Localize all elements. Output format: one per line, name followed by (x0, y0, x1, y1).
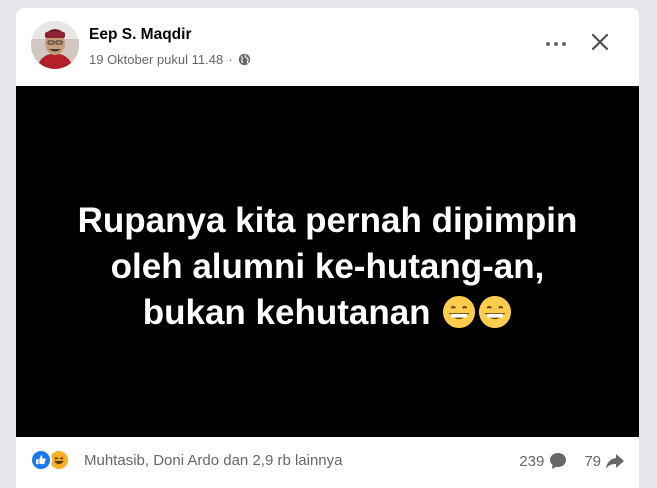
globe-icon[interactable] (238, 53, 251, 66)
post-timestamp[interactable]: 19 Oktober pukul 11.48 (89, 52, 223, 67)
shares-count[interactable]: 79 (584, 453, 601, 470)
post-footer: Muhtasib, Doni Ardo dan 2,9 rb lainnya 2… (16, 437, 639, 488)
more-dot (562, 42, 566, 46)
reaction-icons[interactable] (30, 449, 70, 471)
quote-line-1: Rupanya kita pernah dipimpin (77, 200, 578, 240)
comments-count[interactable]: 239 (519, 453, 544, 470)
post-meta: 19 Oktober pukul 11.48 · (89, 52, 251, 67)
quote-line-2: oleh alumni ke-hutang-an, (110, 246, 545, 286)
post-image[interactable]: Rupanya kita pernah dipimpin oleh alumni… (16, 86, 639, 437)
post-image-text: Rupanya kita pernah dipimpin oleh alumni… (48, 198, 608, 336)
quote-line-3-text: bukan kehutanan (142, 292, 431, 332)
grinning-face-icon (443, 295, 476, 328)
share-icon[interactable] (605, 451, 625, 471)
reaction-names[interactable]: Muhtasib, Doni Ardo dan 2,9 rb lainnya (84, 452, 343, 469)
meta-separator: · (228, 52, 233, 67)
quote-line-3: bukan kehutanan (48, 290, 608, 336)
author-avatar[interactable] (31, 21, 79, 69)
close-icon[interactable] (588, 30, 612, 54)
author-name[interactable]: Eep S. Maqdir (89, 26, 192, 44)
avatar-image (31, 21, 79, 69)
grinning-face-icon (479, 295, 512, 328)
more-dot (554, 42, 558, 46)
more-horizontal-icon (546, 42, 550, 46)
more-options-button[interactable] (541, 34, 571, 54)
post-header: Eep S. Maqdir 19 Oktober pukul 11.48 · (16, 8, 639, 86)
engagement-counts: 239 79 (519, 451, 625, 471)
like-icon (30, 449, 52, 471)
comment-icon[interactable] (548, 451, 568, 471)
post-card: Eep S. Maqdir 19 Oktober pukul 11.48 · R… (16, 8, 639, 488)
